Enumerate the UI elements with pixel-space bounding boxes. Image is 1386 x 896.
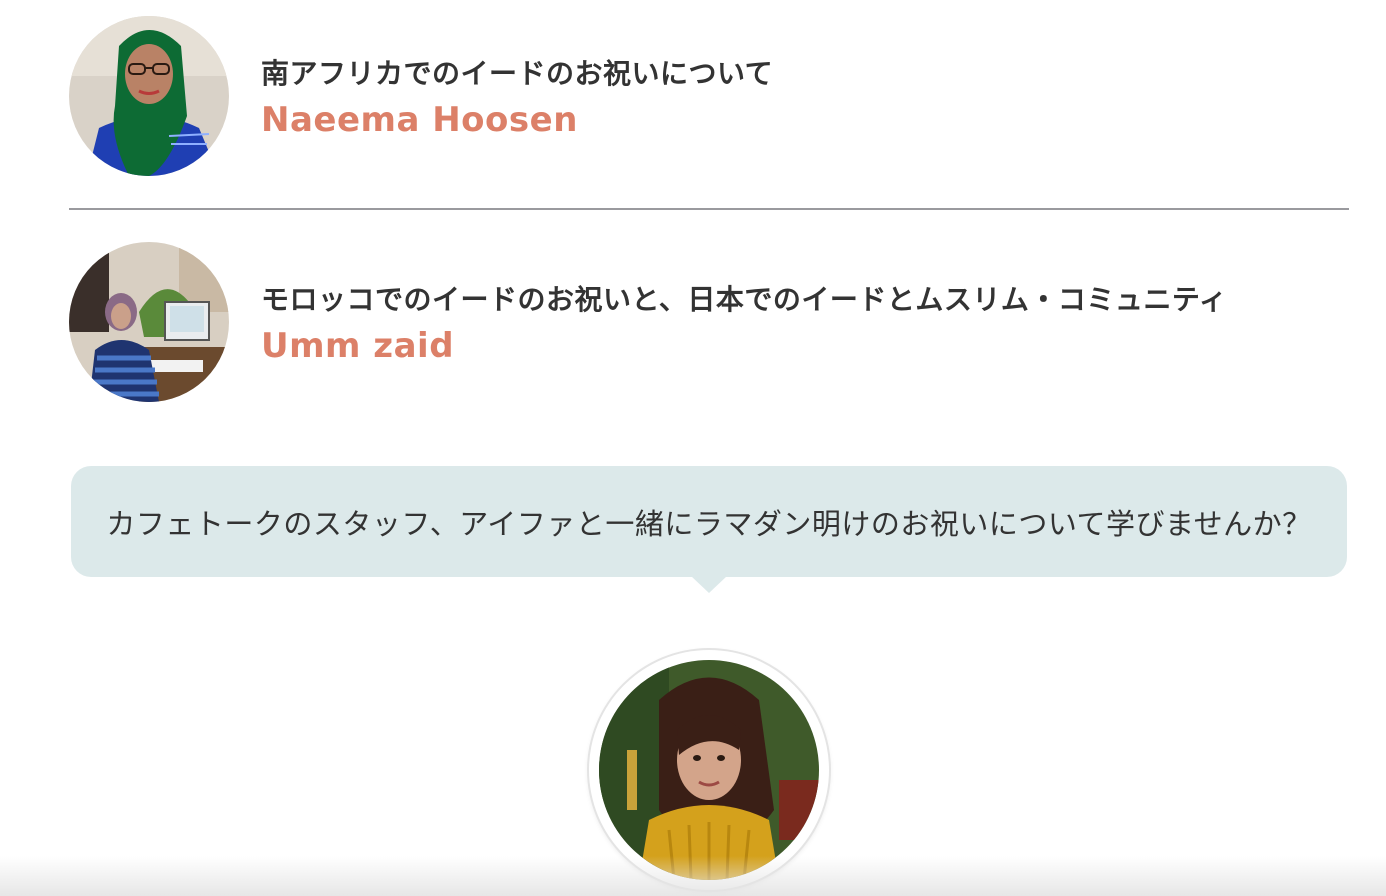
- speech-bubble-tail: [691, 576, 727, 593]
- divider: [69, 208, 1349, 210]
- staff-avatar[interactable]: [589, 650, 829, 890]
- article-card-morocco[interactable]: モロッコでのイードのお祝いと、日本でのイードとムスリム・コミュニティ Umm z…: [69, 240, 1349, 402]
- article-card-south-africa[interactable]: 南アフリカでのイードのお祝いについて Naeema Hoosen: [69, 14, 1349, 176]
- author-avatar[interactable]: [69, 242, 229, 402]
- author-photo: [69, 16, 229, 176]
- article-author[interactable]: Umm zaid: [261, 326, 454, 366]
- promo-message: カフェトークのスタッフ、アイファと一緒にラマダン明けのお祝いについて学びませんか…: [106, 506, 1312, 541]
- author-photo: [69, 242, 229, 402]
- author-avatar[interactable]: [69, 16, 229, 176]
- article-title[interactable]: 南アフリカでのイードのお祝いについて: [261, 52, 773, 92]
- article-title[interactable]: モロッコでのイードのお祝いと、日本でのイードとムスリム・コミュニティ: [261, 278, 1227, 318]
- page: 南アフリカでのイードのお祝いについて Naeema Hoosen モロッコでのイ…: [0, 0, 1386, 896]
- article-author[interactable]: Naeema Hoosen: [261, 100, 578, 140]
- promo-speech-bubble: カフェトークのスタッフ、アイファと一緒にラマダン明けのお祝いについて学びませんか…: [71, 466, 1347, 577]
- staff-photo: [599, 660, 819, 880]
